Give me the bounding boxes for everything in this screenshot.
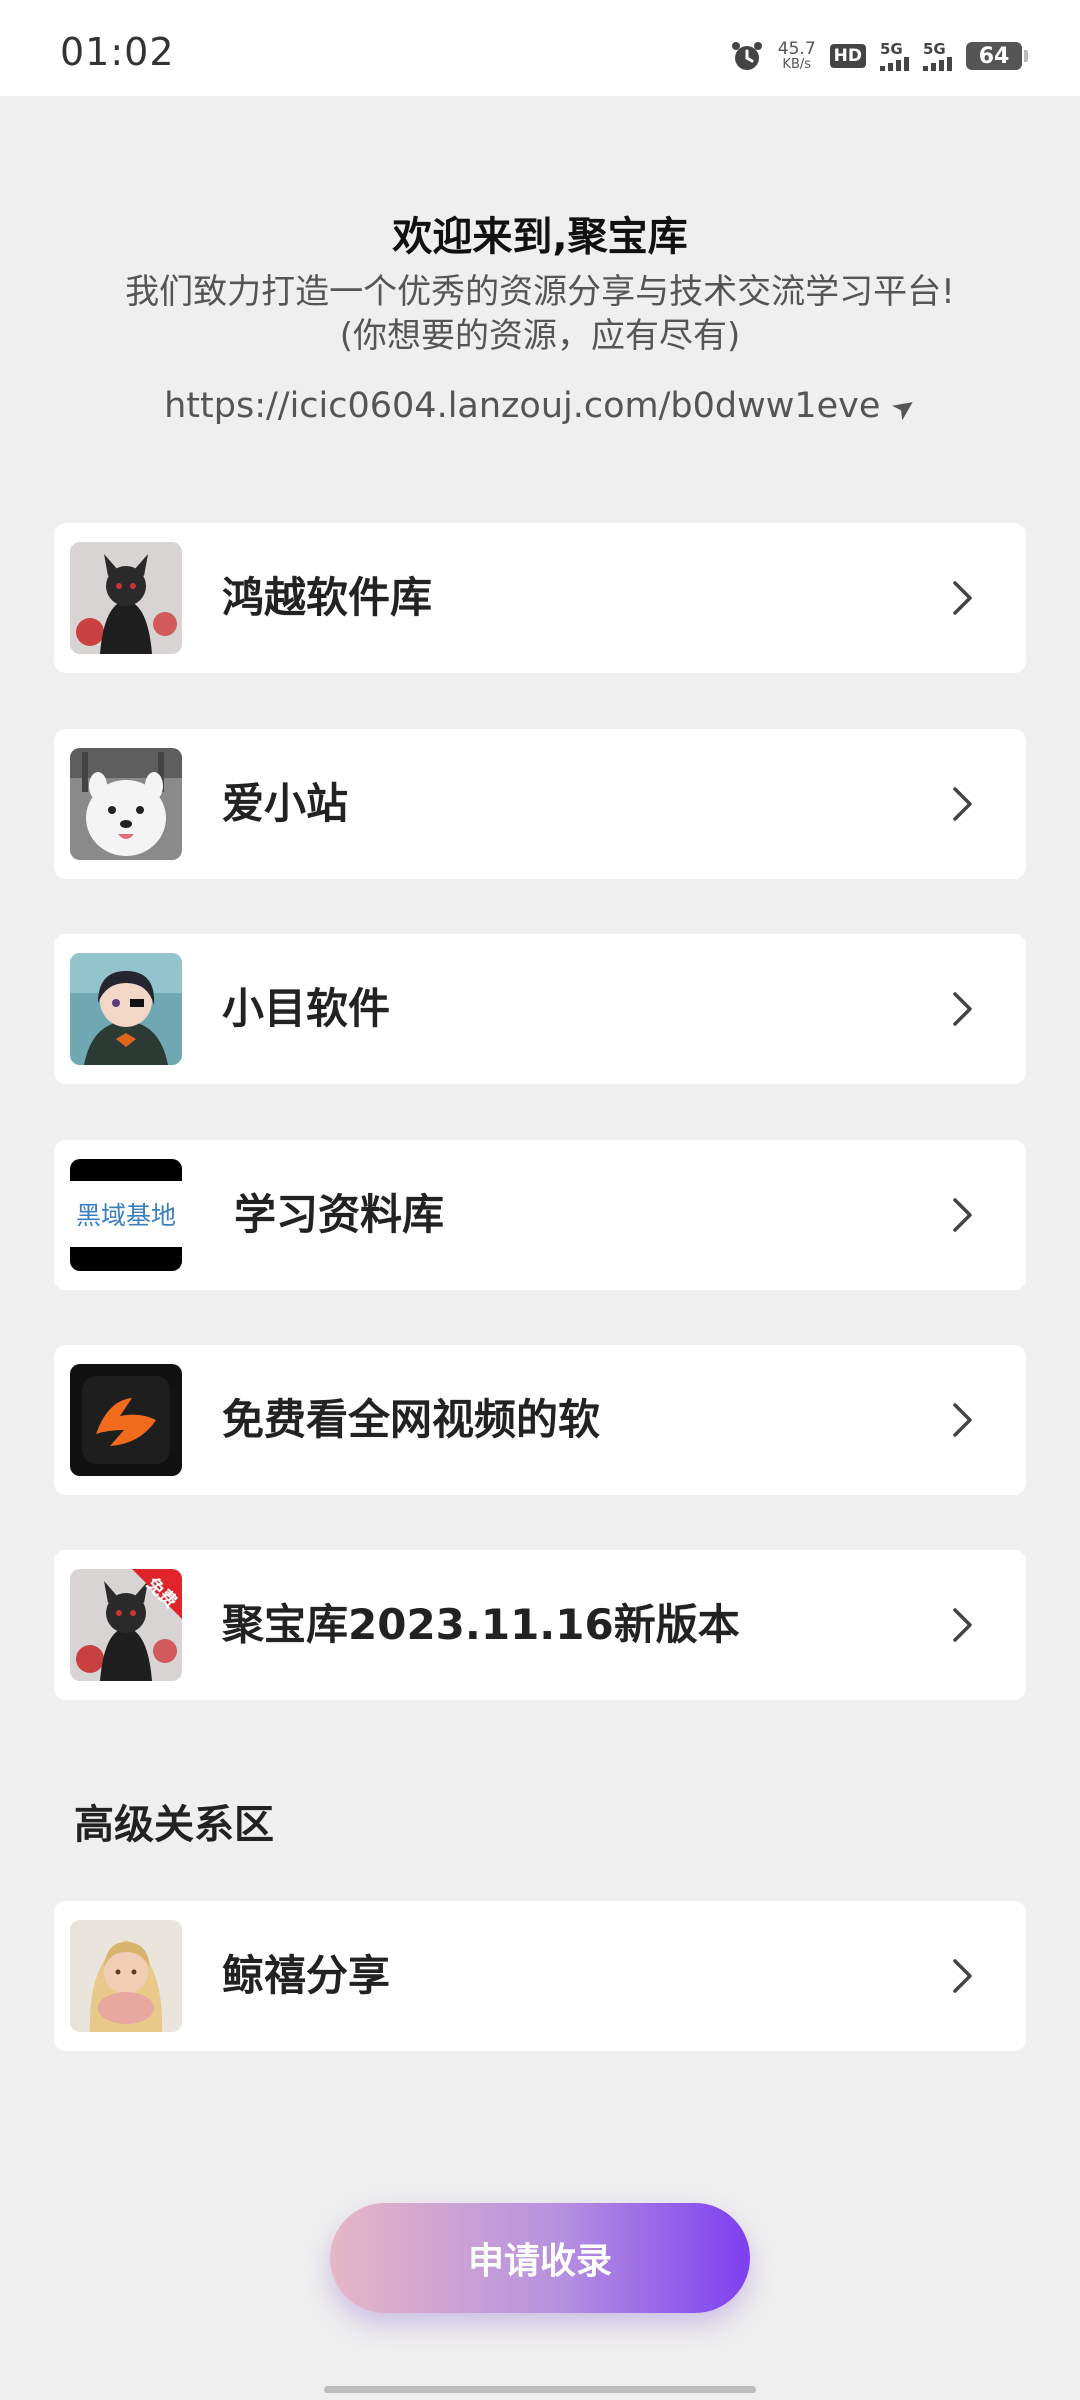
- chevron-right-icon: [953, 1608, 972, 1642]
- avatar-woman-icon: [70, 1920, 182, 2032]
- alarm-icon: [731, 42, 762, 70]
- site-url-text[interactable]: https://icic0604.lanzouj.com/b0dww1eve: [164, 386, 880, 426]
- section-title: 高级关系区: [74, 1802, 274, 1848]
- page-title: 欢迎来到,聚宝库: [392, 214, 688, 260]
- list-item-xiaomu[interactable]: 小目软件: [54, 934, 1026, 1084]
- logo-heiyu-jidi-icon: 黑域基地: [70, 1159, 182, 1271]
- sim2-signal: 5G: [923, 39, 952, 71]
- list-item-free-video[interactable]: 免费看全网视频的软: [54, 1345, 1026, 1495]
- list-item-jubaoku-new-version[interactable]: 免费 聚宝库2023.11.16新版本: [54, 1550, 1026, 1700]
- list-item-label: 小目软件: [222, 984, 391, 1033]
- subtitle-line-2: (你想要的资源，应有尽有): [339, 316, 741, 356]
- subtitle-line-1: 我们致力打造一个优秀的资源分享与技术交流学习平台!: [125, 272, 955, 312]
- logo-text: 黑域基地: [75, 1201, 176, 1230]
- chevron-right-icon: [953, 992, 972, 1026]
- send-arrow-icon[interactable]: ➤: [885, 387, 923, 427]
- avatar-black-cat-free-icon: 免费: [70, 1569, 182, 1681]
- signal-bars-icon: [923, 56, 952, 71]
- status-bar: 01:02 45.7 KB/s HD 5G 5G 64: [0, 0, 1080, 96]
- list-item-label: 免费看全网视频的软: [222, 1395, 601, 1444]
- sim2-label: 5G: [923, 39, 946, 58]
- avatar-black-cat-icon: [70, 542, 182, 654]
- hd-badge: HD: [829, 44, 866, 68]
- page-subtitle: 我们致力打造一个优秀的资源分享与技术交流学习平台! (你想要的资源，应有尽有): [0, 270, 1080, 358]
- chevron-right-icon: [953, 581, 972, 615]
- network-speed-unit: KB/s: [782, 57, 812, 72]
- list-item-label: 学习资料库: [234, 1190, 445, 1239]
- home-indicator[interactable]: [324, 2386, 756, 2393]
- avatar-anime-girl-icon: [70, 953, 182, 1065]
- list-item-label: 聚宝库2023.11.16新版本: [222, 1600, 740, 1649]
- list-item-study-library[interactable]: 黑域基地 学习资料库: [54, 1140, 1026, 1290]
- list-item-jingxi-share[interactable]: 鲸禧分享: [54, 1901, 1026, 2051]
- status-time: 01:02: [60, 30, 175, 74]
- list-item-label: 爱小站: [222, 779, 349, 828]
- sim1-label: 5G: [880, 39, 903, 58]
- list-item-aixiaozhan[interactable]: 爱小站: [54, 729, 1026, 879]
- apply-inclusion-button[interactable]: 申请收录: [330, 2203, 750, 2313]
- signal-bars-icon: [880, 56, 909, 71]
- chevron-right-icon: [953, 1198, 972, 1232]
- logo-orange-app-icon: [70, 1364, 182, 1476]
- list-item-label: 鲸禧分享: [222, 1951, 391, 2000]
- sim1-signal: 5G: [880, 39, 909, 71]
- chevron-right-icon: [953, 1403, 972, 1437]
- chevron-right-icon: [953, 1959, 972, 1993]
- battery-level: 64: [978, 43, 1010, 69]
- site-url-link[interactable]: https://icic0604.lanzouj.com/b0dww1eve ➤: [0, 386, 1080, 428]
- avatar-white-dog-icon: [70, 748, 182, 860]
- battery-icon: 64: [966, 42, 1028, 70]
- list-item-label: 鸿越软件库: [222, 573, 433, 622]
- network-speed: 45.7 KB/s: [777, 39, 816, 72]
- list-item-hongyue[interactable]: 鸿越软件库: [54, 523, 1026, 673]
- network-speed-value: 45.7: [777, 39, 816, 59]
- status-icons: 45.7 KB/s HD 5G 5G 64: [730, 34, 1028, 78]
- chevron-right-icon: [953, 787, 972, 821]
